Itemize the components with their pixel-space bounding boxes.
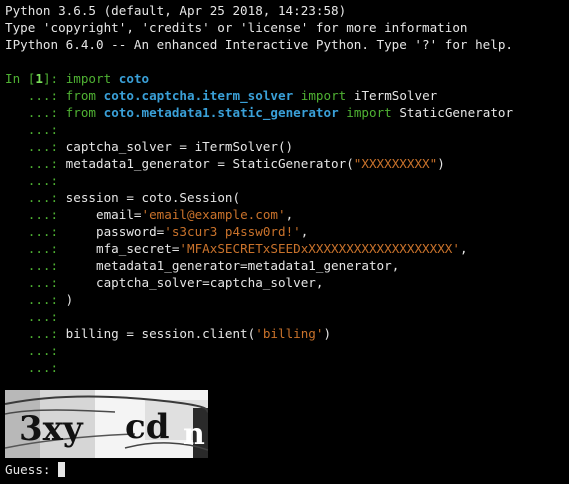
module-name: coto (118, 71, 150, 86)
code-line-16: ...: billing = session.client('billing') (5, 325, 569, 342)
continuation-prompt: ...: (5, 360, 66, 375)
continuation-prompt: ...: (5, 326, 66, 341)
code-line-9: ...: email='email@example.com', (5, 206, 569, 223)
code-line-12: ...: metadata1_generator=metadata1_gener… (5, 257, 569, 274)
guess-label: Guess: (5, 462, 59, 477)
continuation-prompt: ...: (5, 88, 66, 103)
code-text: , (300, 224, 309, 239)
module-name: coto.captcha.iterm_solver (103, 88, 294, 103)
continuation-prompt: ...: (5, 190, 66, 205)
code-line-10: ...: password='s3cur3 p4ssw0rd!', (5, 223, 569, 240)
code-text: captcha_solver = iTermSolver() (65, 139, 294, 154)
string-literal: "XXXXXXXXX" (353, 156, 438, 171)
string-literal: 'billing' (255, 326, 324, 341)
continuation-prompt: ...: (5, 122, 66, 137)
continuation-prompt: ...: (5, 224, 66, 239)
captcha-image: 3xy cd n (5, 390, 208, 458)
captcha-text-part2: cd (125, 407, 169, 447)
code-line-11: ...: mfa_secret='MFAxSECRETxSEEDxXXXXXXX… (5, 240, 569, 257)
code-text: metadata1_generator=metadata1_generator, (65, 258, 400, 273)
code-text: ) (323, 326, 332, 341)
continuation-prompt: ...: (5, 241, 66, 256)
captcha-text-part3: n (183, 417, 205, 452)
imported-name: iTermSolver (353, 88, 438, 103)
string-literal: 's3cur3 p4ssw0rd!' (164, 224, 301, 239)
continuation-prompt: ...: (5, 173, 66, 188)
code-text: ) (437, 156, 445, 171)
continuation-prompt: ...: (5, 292, 66, 307)
code-text: ) (65, 292, 74, 307)
imported-name: StaticGenerator (399, 105, 514, 120)
captcha-graphic: 3xy cd n (5, 390, 208, 458)
module-name: coto.metadata1.static_generator (103, 105, 339, 120)
keyword-import: import (346, 105, 392, 120)
code-text: session = coto.Session( (65, 190, 241, 205)
code-text: , (459, 241, 468, 256)
banner-ipython-version: IPython 6.4.0 -- An enhanced Interactive… (5, 37, 513, 52)
keyword-from: from (65, 105, 97, 120)
code-text: password= (65, 224, 165, 239)
code-text: mfa_secret= (65, 241, 180, 256)
continuation-prompt: ...: (5, 207, 66, 222)
code-line-18: ...: (5, 359, 569, 376)
code-line-13: ...: captcha_solver=captcha_solver, (5, 274, 569, 291)
code-text: , (285, 207, 294, 222)
continuation-prompt: ...: (5, 156, 66, 171)
banner-python-version: Python 3.6.5 (default, Apr 25 2018, 14:2… (5, 3, 347, 18)
code-line-15: ...: (5, 308, 569, 325)
continuation-prompt: ...: (5, 105, 66, 120)
captcha-text-part1: 3xy (19, 409, 84, 449)
keyword-import: import (300, 88, 347, 103)
code-line-4: ...: (5, 121, 569, 138)
continuation-prompt: ...: (5, 309, 66, 324)
code-line-8: ...: session = coto.Session( (5, 189, 569, 206)
code-text: billing = session.client( (65, 326, 256, 341)
code-line-17: ...: (5, 342, 569, 359)
keyword-from: from (65, 88, 97, 103)
code-text: metadata1_generator = StaticGenerator( (65, 156, 354, 171)
text-cursor (58, 462, 66, 477)
continuation-prompt: ...: (5, 275, 66, 290)
code-line-1: In [1]: import coto (5, 70, 569, 87)
in-prompt-open: In [ (5, 71, 36, 86)
code-line-6: ...: metadata1_generator = StaticGenerat… (5, 155, 569, 172)
keyword-import: import (65, 71, 112, 86)
code-line-7: ...: (5, 172, 569, 189)
code-line-3: ...: from coto.metadata1.static_generato… (5, 104, 569, 121)
banner-info: Type 'copyright', 'credits' or 'license'… (5, 20, 468, 35)
in-prompt-close: ]: (42, 71, 66, 86)
continuation-prompt: ...: (5, 139, 66, 154)
string-literal: 'MFAxSECRETxSEEDxXXXXXXXXXXXXXXXXXXX' (179, 241, 460, 256)
string-literal: 'email@example.com' (141, 207, 286, 222)
code-line-2: ...: from coto.captcha.iterm_solver impo… (5, 87, 569, 104)
code-text: email= (65, 207, 142, 222)
continuation-prompt: ...: (5, 258, 66, 273)
guess-input-row[interactable]: Guess: (5, 461, 66, 478)
code-line-5: ...: captcha_solver = iTermSolver() (5, 138, 569, 155)
code-line-14: ...: ) (5, 291, 569, 308)
in-prompt-number: 1 (35, 71, 43, 86)
continuation-prompt: ...: (5, 343, 66, 358)
terminal-window[interactable]: Python 3.6.5 (default, Apr 25 2018, 14:2… (0, 0, 569, 484)
code-text: captcha_solver=captcha_solver, (65, 275, 324, 290)
